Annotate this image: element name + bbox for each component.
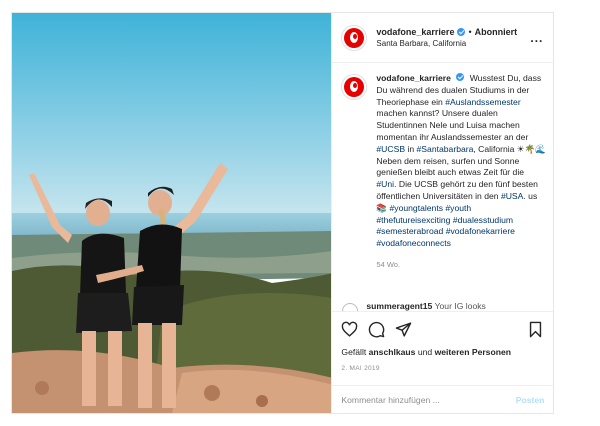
hashtag-link[interactable]: #semesterabroad bbox=[376, 226, 443, 236]
header-text: vodafone_karriere • Abonniert Santa Barb… bbox=[376, 26, 517, 50]
post-caption: vodafone_karriere Wusstest Du, dass Du w… bbox=[341, 73, 546, 271]
post-date: 2. MAI 2019 bbox=[341, 365, 380, 372]
bookmark-icon[interactable] bbox=[527, 321, 544, 338]
comment-box: Kommentar hinzufügen ... Posten bbox=[332, 385, 554, 414]
post-comment-button[interactable]: Posten bbox=[516, 395, 545, 405]
action-icons bbox=[341, 321, 412, 338]
hashtag-link[interactable]: #vodafoneconnects bbox=[376, 238, 451, 248]
comment-input[interactable]: Kommentar hinzufügen ... bbox=[341, 395, 515, 405]
share-icon[interactable] bbox=[395, 321, 412, 338]
caption-avatar[interactable] bbox=[341, 74, 368, 100]
likes-prefix: Gefällt bbox=[341, 347, 369, 357]
avatar[interactable] bbox=[341, 24, 368, 51]
heart-icon[interactable] bbox=[341, 321, 358, 338]
hashtag-link[interactable]: #youngtalents bbox=[390, 203, 444, 213]
instagram-post: vodafone_karriere • Abonniert Santa Barb… bbox=[11, 12, 554, 414]
commenter-avatar[interactable] bbox=[342, 303, 359, 311]
post-side-panel: vodafone_karriere • Abonniert Santa Barb… bbox=[332, 13, 554, 414]
post-age: 54 Wo. bbox=[376, 259, 401, 269]
verified-icon bbox=[456, 73, 465, 81]
hashtag-link[interactable]: #Auslandssemester bbox=[445, 97, 520, 107]
verified-icon bbox=[457, 27, 466, 36]
vodafone-logo-icon bbox=[344, 77, 365, 97]
post-header: vodafone_karriere • Abonniert Santa Barb… bbox=[332, 13, 554, 63]
hashtag-link[interactable]: #youth bbox=[445, 203, 471, 213]
hashtag-link[interactable]: #USA bbox=[501, 191, 523, 201]
header-username[interactable]: vodafone_karriere bbox=[376, 26, 454, 38]
post-actions: Gefällt anschlkaus und weiteren Personen… bbox=[332, 311, 554, 414]
photo-illustration bbox=[12, 13, 332, 413]
caption-text-segment: in bbox=[405, 143, 417, 154]
hashtag-link[interactable]: #thefutureisexciting bbox=[376, 215, 450, 225]
caption-username[interactable]: vodafone_karriere bbox=[376, 73, 451, 83]
caption-body: Wusstest Du, dass Du während des dualen … bbox=[376, 73, 546, 248]
header-user-row: vodafone_karriere • Abonniert bbox=[376, 26, 517, 38]
follow-status-button[interactable]: Abonniert bbox=[475, 26, 518, 38]
comment-preview: summeragent15 Your IG looks bbox=[342, 301, 542, 311]
comment-text: Your IG looks bbox=[434, 301, 486, 311]
caption-text: vodafone_karriere Wusstest Du, dass Du w… bbox=[376, 73, 546, 271]
hashtag-link[interactable]: #dualesstudium bbox=[453, 215, 513, 225]
caption-text-segment: machen kannst? Unsere dualen Studentinne… bbox=[376, 108, 529, 142]
liker-username[interactable]: anschlkaus bbox=[369, 347, 416, 357]
header-separator: • bbox=[468, 26, 472, 37]
commenter-username[interactable]: summeragent15 bbox=[366, 301, 432, 311]
likes-middle: und bbox=[415, 347, 435, 357]
vodafone-logo-icon bbox=[344, 27, 365, 48]
location-link[interactable]: Santa Barbara, California bbox=[376, 38, 517, 50]
hashtag-link[interactable]: #UCSB bbox=[376, 144, 405, 154]
hashtag-link[interactable]: #Santabarbara bbox=[417, 144, 474, 154]
hashtag-link[interactable]: #Uni bbox=[376, 179, 394, 189]
post-photo[interactable] bbox=[12, 13, 333, 413]
likes-others-link[interactable]: weiteren Personen bbox=[435, 347, 511, 357]
comment-icon[interactable] bbox=[368, 321, 385, 338]
hashtag-link[interactable]: #vodafonekarriere bbox=[446, 226, 515, 236]
likes-summary: Gefällt anschlkaus und weiteren Personen bbox=[341, 347, 511, 357]
more-icon[interactable]: ... bbox=[530, 31, 543, 45]
